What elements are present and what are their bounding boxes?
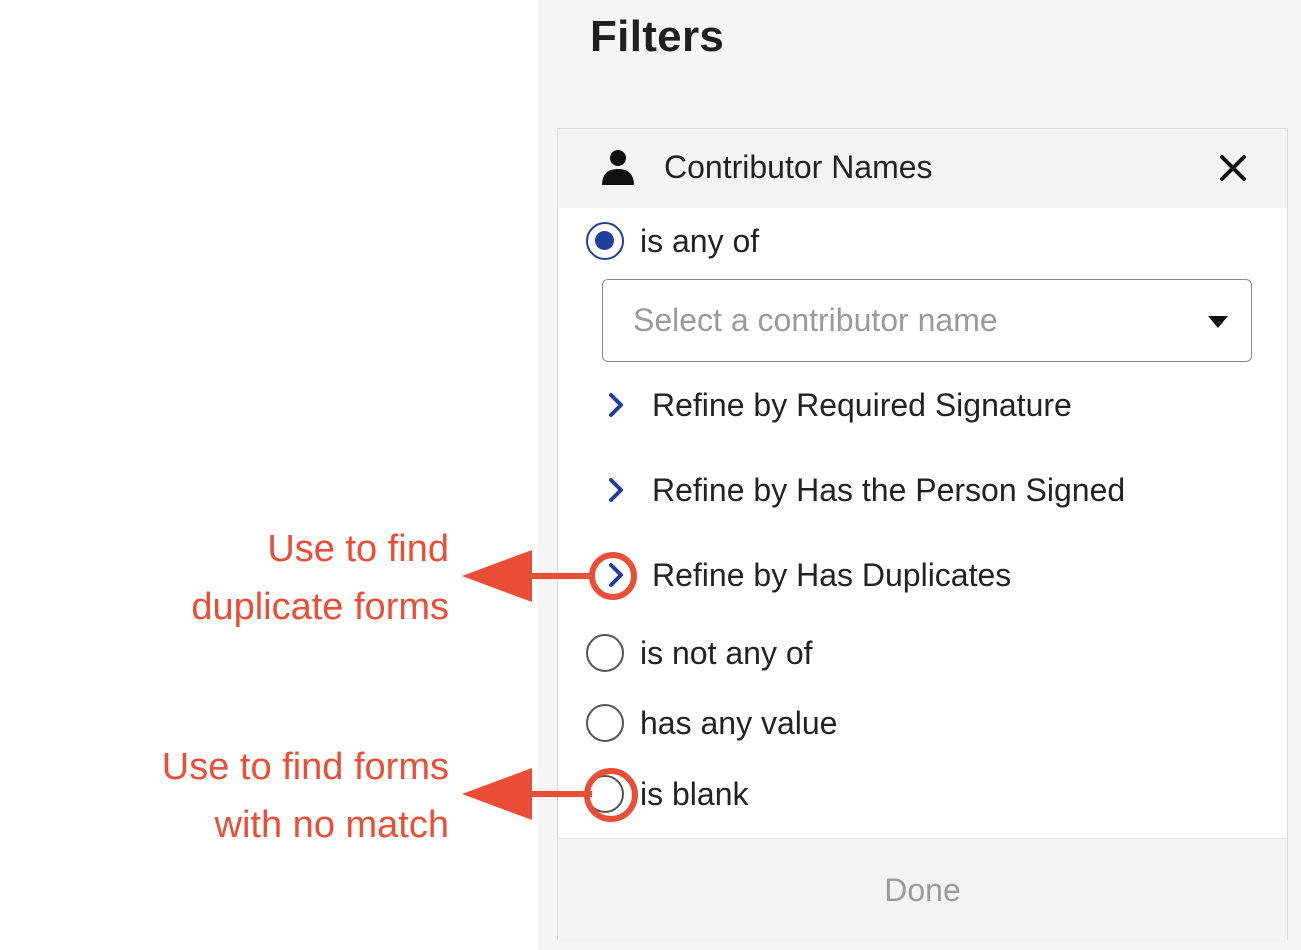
option-label: is not any of (640, 635, 813, 671)
option-label: is blank (640, 776, 749, 812)
radio-is-any-of[interactable] (586, 222, 624, 260)
annotation-line: with no match (214, 804, 449, 846)
refine-label: Refine by Required Signature (652, 387, 1072, 423)
option-is-blank[interactable]: is blank (586, 775, 749, 813)
annotation-duplicates: Use to find duplicate forms (191, 520, 449, 636)
refine-has-person-signed[interactable]: Refine by Has the Person Signed (606, 470, 1125, 510)
page-title: Filters (590, 12, 725, 61)
radio-is-blank[interactable] (586, 775, 624, 813)
contributor-name-select[interactable]: Select a contributor name (602, 279, 1252, 362)
option-label: has any value (640, 705, 838, 741)
chevron-right-icon (609, 563, 623, 587)
close-icon[interactable] (1216, 151, 1250, 185)
filter-card-header: Contributor Names (558, 129, 1287, 208)
person-icon (602, 150, 634, 185)
refine-required-signature[interactable]: Refine by Required Signature (606, 385, 1072, 425)
filter-title: Contributor Names (664, 149, 933, 185)
radio-has-any-value[interactable] (586, 704, 624, 742)
done-button[interactable]: Done (558, 839, 1287, 941)
filter-card: Contributor Names is any of Select a con… (557, 128, 1288, 941)
radio-is-not-any-of[interactable] (586, 634, 624, 672)
annotation-no-match: Use to find forms with no match (162, 738, 449, 854)
refine-has-duplicates[interactable]: Refine by Has Duplicates (606, 555, 1011, 595)
annotation-line: Use to find (267, 528, 449, 570)
option-has-any-value[interactable]: has any value (586, 704, 837, 742)
chevron-right-icon (609, 393, 623, 417)
annotation-line: Use to find forms (161, 746, 449, 788)
refine-label: Refine by Has the Person Signed (652, 472, 1126, 508)
select-placeholder: Select a contributor name (633, 302, 998, 338)
refine-label: Refine by Has Duplicates (652, 557, 1012, 593)
option-is-any-of[interactable]: is any of (586, 222, 759, 260)
filter-card-footer: Done (558, 838, 1287, 941)
option-label: is any of (640, 223, 760, 259)
chevron-right-icon (609, 478, 623, 502)
annotation-line: duplicate forms (191, 586, 449, 628)
option-is-not-any-of[interactable]: is not any of (586, 634, 813, 672)
caret-down-icon (1208, 316, 1228, 328)
